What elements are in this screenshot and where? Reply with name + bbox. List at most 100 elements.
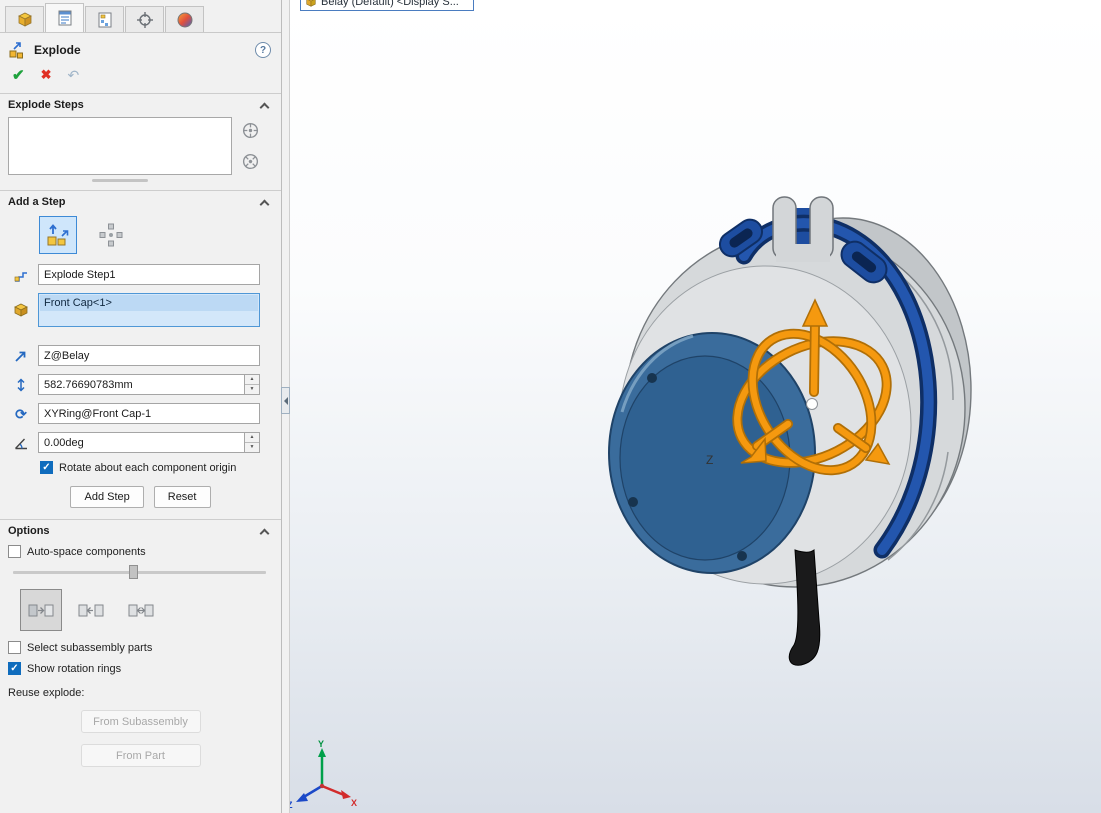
add-step-button[interactable]: Add Step xyxy=(70,486,143,508)
angle-spinner: ▲ ▼ xyxy=(244,432,260,453)
section-explode-steps: Explode Steps xyxy=(0,93,281,182)
step-type-row xyxy=(0,212,281,260)
property-manager-panel: Explode ? ✔ ✖ ↶ Explode Steps xyxy=(0,0,282,813)
auto-space-slider[interactable] xyxy=(13,564,266,580)
tab-propertymanager[interactable] xyxy=(45,3,84,32)
graphics-viewport[interactable]: Z Y X Z B xyxy=(290,0,1101,813)
section-add-step: Add a Step xyxy=(0,190,281,519)
show-rotation-rings-checkbox[interactable]: ✓ xyxy=(8,662,21,675)
radial-step-icon-2[interactable] xyxy=(241,152,260,171)
list-resize-grip[interactable] xyxy=(92,179,148,182)
triad-y-label: Y xyxy=(318,739,324,749)
triad-y-arrow-icon xyxy=(318,748,326,757)
show-rotation-rings-row: ✓ Show rotation rings xyxy=(0,658,281,679)
show-rotation-rings-label: Show rotation rings xyxy=(27,663,121,675)
check-icon: ✓ xyxy=(42,463,50,473)
distance-input[interactable] xyxy=(38,374,244,395)
slider-track xyxy=(13,571,266,574)
tab-displaymanager[interactable] xyxy=(165,6,204,32)
property-manager-header: Explode ? xyxy=(0,33,281,61)
components-selection-box[interactable]: Front Cap<1> xyxy=(38,293,260,327)
spin-up-icon[interactable]: ▲ xyxy=(245,433,259,443)
distance-spinner: ▲ ▼ xyxy=(244,374,260,395)
tab-dimxpertmanager[interactable] xyxy=(125,6,164,32)
tab-featuremanager[interactable] xyxy=(5,6,44,32)
tab-configurationmanager[interactable] xyxy=(85,6,124,32)
spacing-option-icon xyxy=(127,596,155,624)
ok-button[interactable]: ✔ xyxy=(12,66,25,84)
explode-icon xyxy=(9,41,27,59)
add-step-buttons: Add Step Reset xyxy=(0,478,281,519)
auto-space-checkbox[interactable] xyxy=(8,545,21,558)
radial-step-button[interactable] xyxy=(92,216,130,254)
solidworks-window: Explode ? ✔ ✖ ↶ Explode Steps xyxy=(0,0,1101,813)
explode-steps-list[interactable] xyxy=(8,117,232,175)
distance-icon xyxy=(10,377,32,393)
property-manager-actions: ✔ ✖ ↶ xyxy=(0,61,281,93)
section-options: Options Auto-space components xyxy=(0,519,281,767)
options-header: Options xyxy=(0,520,281,541)
spacing-option-icon xyxy=(77,596,105,624)
step-name-input[interactable] xyxy=(38,264,260,285)
explode-steps-header: Explode Steps xyxy=(0,94,281,115)
displaymanager-icon xyxy=(176,11,194,29)
radial-step-icon[interactable] xyxy=(241,121,260,140)
selected-component-item[interactable]: Front Cap<1> xyxy=(40,295,258,311)
undo-icon[interactable]: ↶ xyxy=(67,67,79,84)
chevron-up-icon[interactable] xyxy=(260,199,270,209)
angle-row: ▲ ▼ xyxy=(0,428,281,457)
from-subassembly-button[interactable]: From Subassembly xyxy=(81,710,201,733)
cancel-button[interactable]: ✖ xyxy=(41,67,52,83)
spacing-option-icon xyxy=(27,596,55,624)
chevron-up-icon[interactable] xyxy=(260,528,270,538)
configurationmanager-icon xyxy=(96,11,114,29)
explode-step-icon xyxy=(10,267,32,283)
panel-collapse-handle[interactable] xyxy=(281,387,290,414)
manipulator-origin-dot[interactable] xyxy=(807,399,818,410)
slider-thumb[interactable] xyxy=(129,565,138,579)
spacing-option-1-button[interactable] xyxy=(20,589,62,631)
direction-input[interactable] xyxy=(38,345,260,366)
direction-icon xyxy=(10,348,32,364)
check-icon: ✓ xyxy=(10,664,18,674)
direction-row xyxy=(0,341,281,370)
model-canvas[interactable]: Z Y X Z xyxy=(290,0,1101,813)
select-subassembly-checkbox[interactable] xyxy=(8,641,21,654)
spacing-option-3-button[interactable] xyxy=(120,589,162,631)
auto-space-label: Auto-space components xyxy=(27,546,146,558)
spin-down-icon[interactable]: ▼ xyxy=(245,385,259,394)
from-part-button[interactable]: From Part xyxy=(81,744,201,767)
triad-x-arrow-icon xyxy=(341,790,351,799)
triad-x-label: X xyxy=(351,798,357,808)
reuse-explode-label: Reuse explode: xyxy=(0,679,281,701)
step-name-row xyxy=(0,260,281,289)
regular-step-button[interactable] xyxy=(39,216,77,254)
document-tab[interactable]: Belay (Default) <Display S... xyxy=(300,0,474,11)
triad-z-label: Z xyxy=(290,800,293,810)
regular-step-icon xyxy=(45,222,71,248)
assembly-document-icon xyxy=(305,0,317,8)
rotate-about-origin-label: Rotate about each component origin xyxy=(59,462,236,474)
orientation-triad: Y X Z xyxy=(290,739,357,810)
chevron-up-icon[interactable] xyxy=(260,102,270,112)
rotate-about-origin-row: ✓ Rotate about each component origin xyxy=(0,457,281,478)
radial-step-type-icon xyxy=(98,222,124,248)
spacing-options-row xyxy=(0,582,281,637)
distance-row: ▲ ▼ xyxy=(0,370,281,399)
add-step-label: Add a Step xyxy=(8,196,65,208)
panel-splitter[interactable] xyxy=(282,0,290,813)
featuremanager-icon xyxy=(16,11,34,29)
rotation-axis-row: ⟳ xyxy=(0,399,281,428)
add-step-header: Add a Step xyxy=(0,191,281,212)
rotation-angle-icon xyxy=(10,435,32,451)
rotate-about-origin-checkbox[interactable]: ✓ xyxy=(40,461,53,474)
spin-down-icon[interactable]: ▼ xyxy=(245,443,259,452)
rotation-axis-input[interactable] xyxy=(38,403,260,424)
page-title: Explode xyxy=(34,43,81,57)
angle-input[interactable] xyxy=(38,432,244,453)
spin-up-icon[interactable]: ▲ xyxy=(245,375,259,385)
help-icon[interactable]: ? xyxy=(255,42,271,58)
explode-steps-label: Explode Steps xyxy=(8,99,84,111)
spacing-option-2-button[interactable] xyxy=(70,589,112,631)
reset-button[interactable]: Reset xyxy=(154,486,211,508)
